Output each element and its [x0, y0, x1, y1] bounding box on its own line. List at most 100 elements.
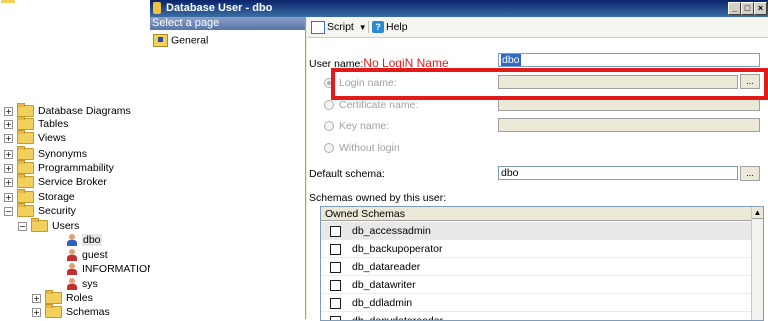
schema-checkbox[interactable] [330, 262, 341, 273]
tree-item-label: Tables [38, 118, 69, 130]
tree-item-user-guest[interactable]: guest [66, 249, 108, 262]
tree-item-storage[interactable]: + Storage [4, 189, 75, 204]
tree-item-label: Database Diagrams [38, 105, 131, 117]
without-login-label: Without login [339, 142, 400, 154]
tree-item-schemas[interactable]: + Schemas [32, 304, 110, 319]
certificate-name-label: Certificate name: [339, 99, 419, 111]
tree-item-label: Storage [38, 191, 75, 203]
folder-icon [45, 304, 62, 319]
tree-item-service-broker[interactable]: + Service Broker [4, 174, 107, 189]
user-icon [66, 278, 78, 291]
default-schema-browse-button[interactable]: ... [740, 166, 760, 181]
schema-checkbox[interactable] [330, 244, 341, 255]
folder-icon [17, 160, 34, 175]
key-name-field[interactable] [498, 118, 760, 132]
schema-name: db_accessadmin [352, 225, 431, 237]
tree-item-roles[interactable]: + Roles [32, 290, 93, 305]
list-item[interactable]: db_accessadmin [321, 222, 751, 240]
schema-checkbox[interactable] [330, 280, 341, 291]
expand-icon[interactable]: + [32, 307, 41, 317]
user-icon [66, 234, 78, 247]
title-bar[interactable]: Database User - dbo _ □ × [150, 0, 768, 17]
key-name-radio[interactable] [324, 121, 334, 131]
tree-item-label: dbo [82, 234, 102, 246]
without-login-radio[interactable] [324, 143, 334, 153]
certificate-name-radio[interactable] [324, 100, 334, 110]
tree-item-security[interactable]: − Security [4, 203, 76, 218]
list-item[interactable]: db_datawriter [321, 276, 751, 294]
scroll-up-icon[interactable]: ▲ [752, 207, 763, 219]
schemas-owned-label: Schemas owned by this user: [309, 192, 447, 204]
user-name-value: dbo [501, 54, 521, 66]
folder-icon [45, 290, 62, 305]
tree-item-label: INFORMATION [82, 263, 150, 275]
tree-item-synonyms[interactable]: + Synonyms [4, 146, 88, 161]
schema-checkbox[interactable] [330, 226, 341, 237]
expand-icon[interactable]: + [4, 177, 13, 187]
script-button[interactable]: Script ▼ [311, 20, 367, 34]
help-icon: ? [372, 21, 384, 34]
key-name-label: Key name: [339, 120, 390, 132]
folder-icon [17, 174, 34, 189]
tree-item-label: Roles [66, 292, 93, 304]
list-item[interactable]: db_backupoperator [321, 240, 751, 258]
expand-icon[interactable]: + [4, 192, 13, 202]
tree-item-programmability[interactable]: + Programmability [4, 160, 114, 175]
folder-icon [1, 0, 15, 3]
user-icon [66, 249, 78, 262]
schema-name: db_datawriter [352, 279, 416, 291]
default-schema-label: Default schema: [309, 168, 385, 180]
collapse-icon[interactable]: − [4, 206, 13, 216]
tree-item-user-sys[interactable]: sys [66, 278, 98, 291]
page-general-label: General [171, 34, 209, 47]
toolbar: Script ▼ ? Help [307, 17, 768, 38]
list-item[interactable]: db_denydatareader [321, 312, 751, 321]
expand-icon[interactable]: + [4, 106, 13, 116]
tree-item-label: Service Broker [38, 176, 107, 188]
folder-icon [17, 203, 34, 218]
database-user-dialog: Database User - dbo _ □ × Select a page … [150, 0, 768, 321]
page-general[interactable]: General [153, 34, 209, 47]
tree-item-label: Security [38, 205, 76, 217]
tree-item-label: Views [38, 132, 66, 144]
schema-checkbox[interactable] [330, 298, 341, 309]
tree-item-views[interactable]: + Views [4, 130, 66, 145]
owned-schemas-header[interactable]: Owned Schemas [321, 207, 751, 221]
default-schema-field[interactable]: dbo [498, 166, 738, 180]
tree-item-users[interactable]: − Users [18, 218, 80, 233]
tree-item-tables[interactable]: + Tables [4, 116, 69, 131]
folder-icon [17, 189, 34, 204]
schema-name: db_datareader [352, 261, 421, 273]
close-button[interactable]: × [754, 2, 767, 15]
highlight-box [331, 68, 768, 100]
help-button[interactable]: ? Help [372, 20, 408, 34]
tree-item-label: guest [82, 249, 108, 261]
minimize-button[interactable]: _ [728, 2, 741, 15]
expand-icon[interactable]: + [4, 119, 13, 129]
maximize-button[interactable]: □ [741, 2, 754, 15]
expand-icon[interactable]: + [4, 163, 13, 173]
expand-icon[interactable]: + [4, 149, 13, 159]
toolbar-separator [368, 21, 369, 33]
user-name-field[interactable]: dbo [498, 53, 760, 67]
owned-schemas-list[interactable]: Owned Schemas db_accessadmin db_backupop… [320, 206, 764, 321]
collapse-icon[interactable]: − [18, 221, 27, 231]
tree-item-label: sys [82, 278, 98, 290]
tree-item-user-dbo[interactable]: dbo [66, 234, 102, 247]
vertical-scrollbar[interactable]: ▲ [751, 207, 763, 320]
select-page-header: Select a page [150, 17, 305, 30]
tree-item-user-information[interactable]: INFORMATION [66, 263, 150, 276]
schema-name: db_denydatareader [352, 315, 444, 321]
chevron-down-icon[interactable]: ▼ [359, 23, 367, 32]
tree-item-label: Synonyms [38, 148, 88, 160]
tree-item-label: Users [52, 220, 80, 232]
help-label: Help [386, 21, 408, 33]
folder-icon [17, 130, 34, 145]
schema-name: db_ddladmin [352, 297, 413, 309]
list-item[interactable]: db_datareader [321, 258, 751, 276]
expand-icon[interactable]: + [32, 293, 41, 303]
dialog-title: Database User - dbo [166, 2, 273, 14]
expand-icon[interactable]: + [4, 133, 13, 143]
list-item[interactable]: db_ddladmin [321, 294, 751, 312]
folder-icon [31, 218, 48, 233]
